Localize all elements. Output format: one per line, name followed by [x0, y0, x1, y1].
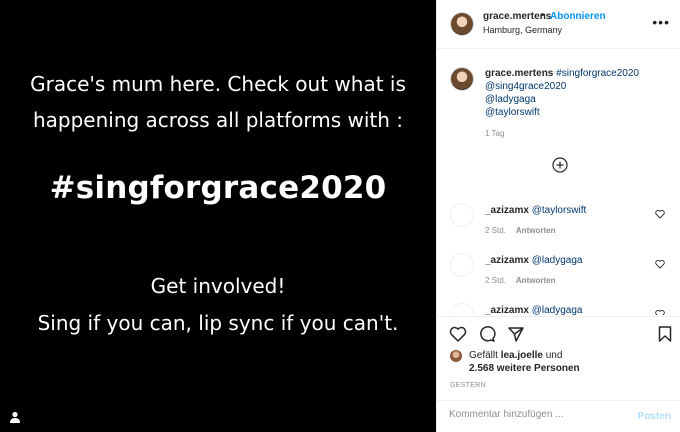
comment-input[interactable]	[449, 409, 609, 420]
post-sidebar: grace.mertens • Abonnieren Hamburg, Germ…	[436, 0, 680, 432]
media-text-line-4: Sing if you can, lip sync if you can't.	[37, 311, 399, 335]
media-text-line-3: Get involved!	[150, 274, 286, 298]
post-header: grace.mertens • Abonnieren Hamburg, Germ…	[437, 0, 680, 49]
comment-item: _azizamx @ladygaga 2 Std. Antworten	[437, 249, 680, 299]
avatar[interactable]	[450, 12, 474, 36]
comment-timestamp: 2 Std.	[485, 276, 506, 285]
comment-mention[interactable]: @taylorswift	[532, 205, 587, 216]
add-comment-bar: Posten	[437, 400, 680, 432]
comment-avatar[interactable]	[450, 303, 474, 315]
location-link[interactable]: Hamburg, Germany	[483, 25, 562, 35]
caption-avatar[interactable]	[450, 67, 474, 91]
caption-hashtag[interactable]: #singforgrace2020	[556, 68, 639, 79]
caption-mention-1[interactable]: @sing4grace2020	[485, 81, 566, 92]
likes-prefix: Gefällt	[469, 350, 498, 361]
comment-mention[interactable]: @ladygaga	[532, 305, 583, 315]
share-icon[interactable]	[507, 325, 525, 343]
heart-icon[interactable]	[655, 209, 665, 219]
comment-text: _azizamx @ladygaga	[485, 305, 582, 315]
heart-icon[interactable]	[655, 259, 665, 269]
caption-mention-2[interactable]: @ladygaga	[485, 94, 536, 105]
comment-icon[interactable]	[478, 325, 496, 343]
comment-username[interactable]: _azizamx	[485, 205, 529, 216]
comment-text: _azizamx @ladygaga	[485, 255, 582, 266]
comment-mention[interactable]: @ladygaga	[532, 255, 583, 266]
comment-timestamp: 2 Std.	[485, 226, 506, 235]
comment-meta: 2 Std. Antworten	[485, 226, 555, 235]
post-actions: Gefällt lea.joelle und 2.568 weitere Per…	[437, 316, 680, 401]
caption-mention-3[interactable]: @taylorswift	[485, 107, 540, 118]
liker-avatar[interactable]	[450, 350, 462, 362]
comment-item: _azizamx @ladygaga	[437, 299, 680, 315]
comment-username[interactable]: _azizamx	[485, 305, 529, 315]
reply-button[interactable]: Antworten	[516, 276, 556, 285]
comment-text: _azizamx @taylorswift	[485, 205, 586, 216]
follow-button[interactable]: Abonnieren	[550, 11, 606, 22]
media-text-line-2: happening across all platforms with :	[32, 108, 404, 132]
post-media[interactable]: Grace's mum here. Check out what is happ…	[0, 0, 436, 432]
comments-list[interactable]: grace.mertens #singforgrace2020 @sing4gr…	[437, 49, 680, 315]
post-viewer: Grace's mum here. Check out what is happ…	[0, 0, 680, 432]
liker-username[interactable]: lea.joelle	[501, 350, 543, 361]
caption-timestamp: 1 Tag	[485, 129, 505, 138]
media-text-line-1: Grace's mum here. Check out what is	[30, 72, 406, 96]
more-options-icon[interactable]: •••	[652, 14, 670, 30]
comment-avatar[interactable]	[450, 253, 474, 277]
comment-item: _azizamx @taylorswift 2 Std. Antworten	[437, 199, 680, 249]
reply-button[interactable]: Antworten	[516, 226, 556, 235]
heart-icon[interactable]	[655, 309, 665, 315]
caption-username[interactable]: grace.mertens	[485, 68, 553, 79]
header-separator: •	[541, 10, 545, 21]
like-heart-icon[interactable]	[449, 325, 467, 343]
likes-count-link[interactable]: 2.568 weitere Personen	[469, 363, 580, 374]
comment-meta: 2 Std. Antworten	[485, 276, 555, 285]
user-tag-icon[interactable]	[8, 410, 22, 424]
comment-username[interactable]: _azizamx	[485, 255, 529, 266]
likes-and: und	[545, 350, 563, 361]
comment-avatar[interactable]	[450, 203, 474, 227]
plus-circle-icon[interactable]	[552, 157, 568, 173]
post-button[interactable]: Posten	[638, 411, 671, 422]
bookmark-icon[interactable]	[656, 325, 674, 343]
media-hashtag: #singforgrace2020	[49, 170, 387, 206]
likes-line: Gefällt lea.joelle und	[469, 350, 562, 361]
post-date: GESTERN	[450, 382, 486, 389]
caption-line-1: grace.mertens #singforgrace2020	[485, 68, 639, 79]
